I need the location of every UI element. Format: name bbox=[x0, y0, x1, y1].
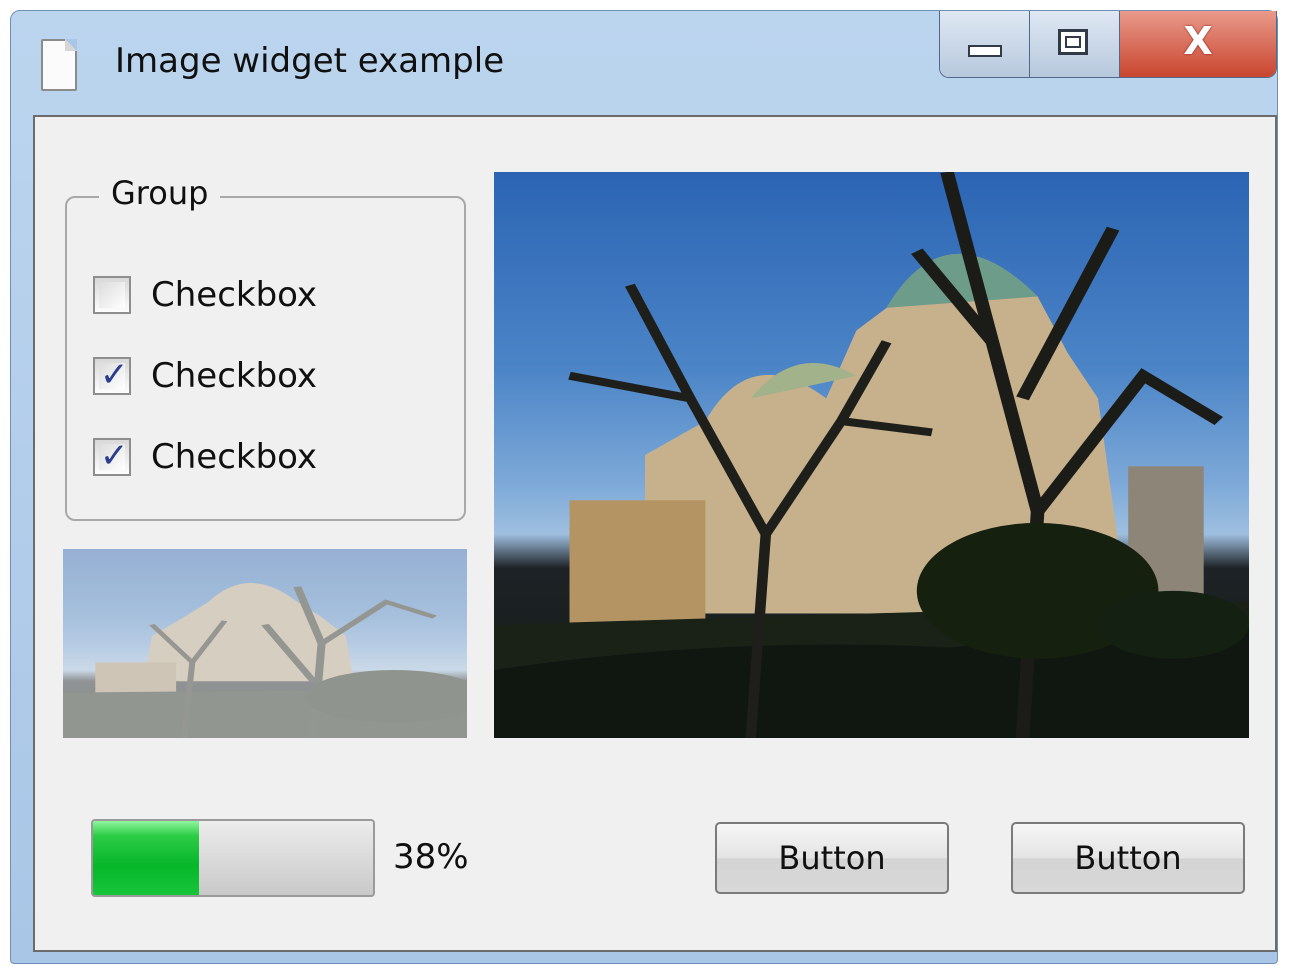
button-1[interactable]: Button bbox=[715, 822, 949, 894]
checkbox-2[interactable]: ✓ Checkbox bbox=[93, 355, 317, 397]
checkbox-2-label: Checkbox bbox=[151, 356, 318, 396]
title-bar[interactable]: Image widget example X bbox=[11, 11, 1277, 115]
close-button[interactable]: X bbox=[1120, 11, 1276, 77]
checkbox-3-label: Checkbox bbox=[151, 437, 318, 477]
checkmark-icon: ✓ bbox=[100, 436, 129, 476]
checkbox-3-box[interactable]: ✓ bbox=[93, 436, 131, 476]
group-box: Group Checkbox ✓ Checkbox ✓ Checkbox bbox=[65, 174, 466, 521]
window-controls: X bbox=[939, 11, 1277, 78]
checkbox-1-label: Checkbox bbox=[151, 275, 318, 315]
checkbox-1-box[interactable] bbox=[93, 276, 131, 314]
image-widget bbox=[494, 172, 1249, 738]
app-window: Image widget example X Group Checkbox ✓ … bbox=[10, 10, 1278, 964]
progress-bar-fill bbox=[93, 821, 200, 895]
progress-bar bbox=[91, 819, 375, 897]
checkbox-3[interactable]: ✓ Checkbox bbox=[93, 436, 317, 478]
checkbox-2-box[interactable]: ✓ bbox=[93, 355, 131, 395]
cathedral-photo-faded bbox=[63, 583, 467, 738]
minimize-icon bbox=[968, 45, 1002, 57]
checkmark-icon: ✓ bbox=[100, 355, 129, 395]
window-title: Image widget example bbox=[115, 41, 505, 81]
maximize-button[interactable] bbox=[1030, 11, 1120, 77]
document-icon bbox=[41, 39, 77, 91]
image-widget-faded bbox=[63, 549, 467, 738]
close-icon: X bbox=[1183, 19, 1213, 63]
cathedral-photo bbox=[494, 172, 1249, 738]
maximize-icon bbox=[1058, 29, 1088, 55]
minimize-button[interactable] bbox=[940, 11, 1030, 77]
button-2[interactable]: Button bbox=[1011, 822, 1245, 894]
checkbox-1[interactable]: Checkbox bbox=[93, 274, 317, 316]
progress-percentage: 38% bbox=[393, 837, 469, 877]
client-area: Group Checkbox ✓ Checkbox ✓ Checkbox 38%… bbox=[33, 115, 1277, 952]
group-title: Group bbox=[99, 174, 221, 212]
